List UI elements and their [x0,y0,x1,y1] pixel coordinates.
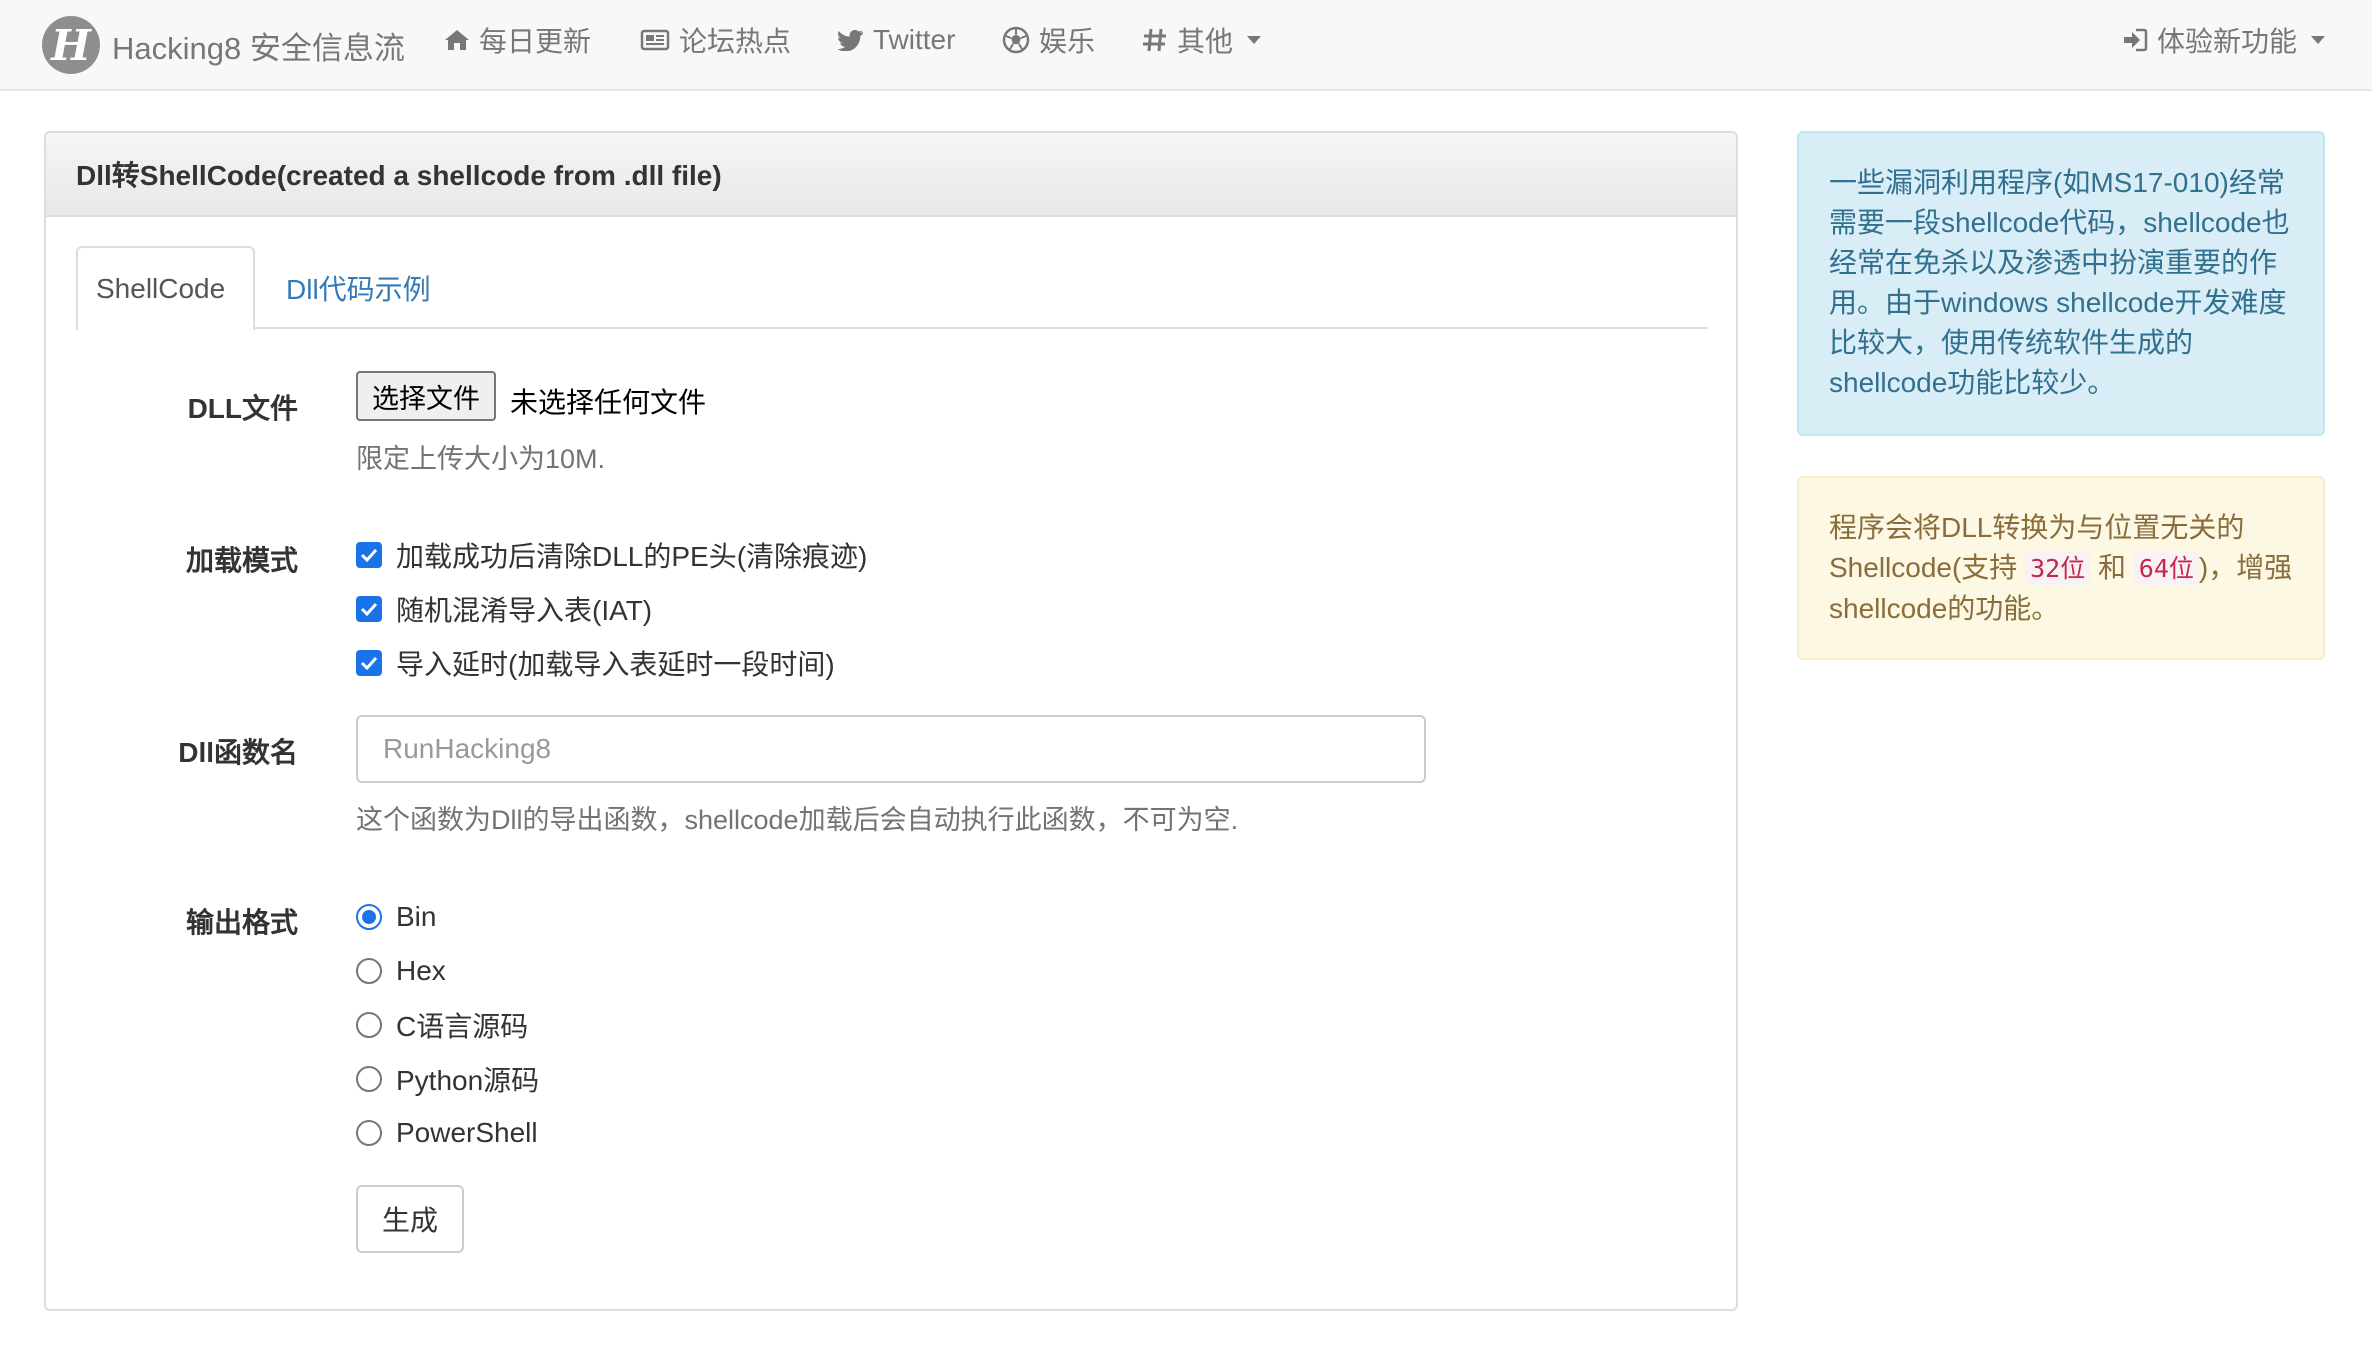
info-alert-text: 一些漏洞利用程序(如MS17-010)经常需要一段shellcode代码，she… [1829,167,2290,398]
dll-to-shellcode-panel: Dll转ShellCode(created a shellcode from .… [44,131,1738,1311]
radio-label: C语言源码 [396,1011,529,1042]
radio-selected-icon[interactable] [356,904,382,930]
load-mode-label: 加载模式 [185,545,298,576]
nav-item-entertainment[interactable]: 娱乐 [1002,0,1095,80]
hash-icon [1142,27,1168,53]
panel-title: Dll转ShellCode(created a shellcode from .… [46,133,1736,217]
checkbox-row[interactable]: 随机混淆导入表(IAT) [356,589,652,629]
radio-label: Bin [396,901,437,932]
checkbox-label: 导入延时(加载导入表延时一段时间) [396,649,835,680]
info-alert: 一些漏洞利用程序(如MS17-010)经常需要一段shellcode代码，she… [1797,131,2325,436]
checkbox-row[interactable]: 加载成功后清除DLL的PE头(清除痕迹) [356,535,867,575]
radio-unselected-icon[interactable] [356,1012,382,1038]
nav-item-try-new-features[interactable]: 体验新功能 [2122,0,2326,80]
function-name-help-text: 这个函数为Dll的导出函数，shellcode加载后会自动执行此函数，不可为空. [356,805,1239,835]
radio-option-hex[interactable]: Hex [356,951,446,991]
soccer-ball-icon [1002,26,1030,54]
checkbox-checked-icon[interactable] [356,650,382,676]
chevron-down-icon [2311,36,2326,44]
radio-unselected-icon[interactable] [356,1120,382,1146]
generate-button[interactable]: 生成 [356,1185,464,1253]
radio-label: Python源码 [396,1065,540,1096]
nav-item-forum-hot[interactable]: 论坛热点 [640,0,791,80]
brand-logo-icon: H [42,16,100,74]
radio-label: PowerShell [396,1117,538,1148]
dll-file-help-text: 限定上传大小为10M. [356,444,606,474]
twitter-icon [838,29,864,51]
newspaper-icon [640,28,670,52]
tab-shellcode[interactable]: ShellCode [76,246,255,331]
top-navbar: H Hacking8 安全信息流 每日更新 论坛热点 Twitter 娱乐 其他 [0,0,2372,91]
radio-unselected-icon[interactable] [356,1066,382,1092]
checkbox-checked-icon[interactable] [356,596,382,622]
nav-item-label: 论坛热点 [679,26,792,57]
code-64bit: 64位 [2133,552,2199,585]
radio-unselected-icon[interactable] [356,958,382,984]
radio-option-powershell[interactable]: PowerShell [356,1113,538,1153]
dll-file-label: DLL文件 [187,393,298,424]
nav-item-label: 娱乐 [1039,26,1096,57]
brand-name: Hacking8 安全信息流 [112,30,405,66]
output-format-label: 输出格式 [185,907,298,938]
nav-item-daily-updates[interactable]: 每日更新 [444,0,591,80]
brand-link[interactable]: H Hacking8 安全信息流 [42,12,405,78]
radio-option-python-source[interactable]: Python源码 [356,1059,539,1099]
dll-function-name-label: Dll函数名 [178,737,298,768]
checkbox-row[interactable]: 导入延时(加载导入表延时一段时间) [356,643,835,683]
radio-label: Hex [396,955,446,986]
checkbox-label: 随机混淆导入表(IAT) [396,595,653,626]
checkbox-label: 加载成功后清除DLL的PE头(清除痕迹) [396,541,868,572]
nav-item-label: 体验新功能 [2157,26,2298,57]
nav-item-other-dropdown[interactable]: 其他 [1142,0,1262,80]
nav-item-label: Twitter [873,24,956,55]
nav-item-label: 其他 [1177,26,1234,57]
sign-in-icon [2122,28,2148,52]
tab-bar: ShellCode Dll代码示例 [76,246,1708,331]
home-icon [444,28,470,52]
tab-dll-code-example[interactable]: Dll代码示例 [268,246,449,329]
nav-item-label: 每日更新 [479,26,592,57]
radio-option-c-source[interactable]: C语言源码 [356,1005,528,1045]
chevron-down-icon [1247,36,1262,44]
dll-function-name-input[interactable] [356,715,1426,783]
checkbox-checked-icon[interactable] [356,542,382,568]
warning-alert: 程序会将DLL转换为与位置无关的Shellcode(支持 32位 和 64位)，… [1797,476,2325,660]
radio-option-bin[interactable]: Bin [356,897,436,937]
no-file-selected-text: 未选择任何文件 [510,387,707,418]
choose-file-button[interactable]: 选择文件 [356,371,496,421]
warning-text-middle: 和 [2097,552,2126,583]
nav-item-twitter[interactable]: Twitter [838,0,955,80]
code-32bit: 32位 [2025,552,2091,585]
